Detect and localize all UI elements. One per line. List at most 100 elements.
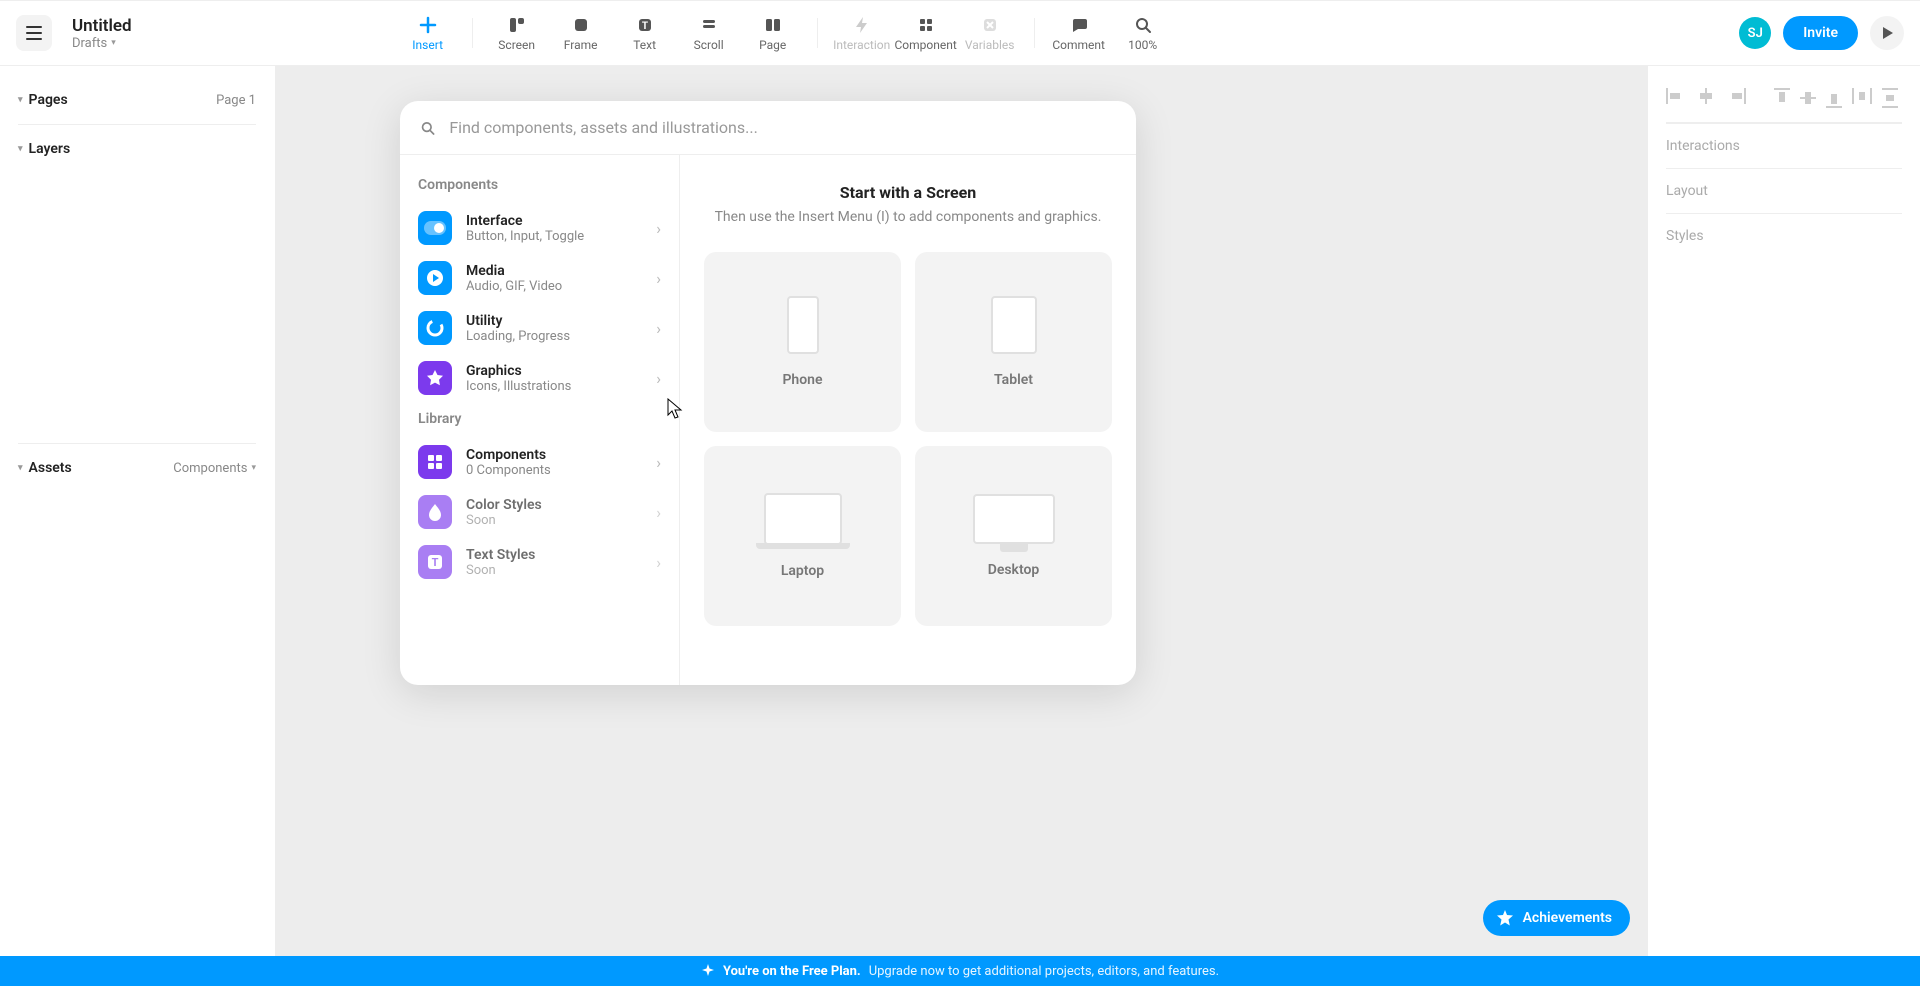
popover-start-screen: Start with a Screen Then use the Insert …: [680, 155, 1136, 685]
chevron-right-icon: ›: [656, 453, 661, 472]
layout-section[interactable]: Layout: [1666, 168, 1902, 213]
tool-insert[interactable]: Insert: [400, 8, 456, 58]
distribute-v-icon[interactable]: [1882, 88, 1898, 108]
tool-label: Insert: [412, 38, 443, 52]
styles-section[interactable]: Styles: [1666, 213, 1902, 258]
frame-icon: [570, 14, 592, 36]
tool-label: Screen: [498, 38, 535, 52]
layers-section[interactable]: ▾ Layers: [18, 131, 256, 167]
screen-desktop[interactable]: Desktop: [915, 446, 1112, 626]
lightning-icon: [851, 14, 873, 36]
tool-comment[interactable]: Comment: [1051, 8, 1107, 58]
tool-text[interactable]: T Text: [617, 8, 673, 58]
tool-frame[interactable]: Frame: [553, 8, 609, 58]
user-avatar[interactable]: SJ: [1739, 17, 1771, 49]
utility-icon: [418, 311, 452, 345]
tool-label: Frame: [564, 38, 598, 52]
item-sub: Icons, Illustrations: [466, 379, 571, 394]
caret-icon: ▾: [18, 95, 23, 105]
graphics-icon: [418, 361, 452, 395]
assets-label: Assets: [29, 460, 72, 476]
tool-interaction[interactable]: Interaction: [834, 8, 890, 58]
item-sub: Button, Input, Toggle: [466, 229, 584, 244]
align-bottom-icon[interactable]: [1826, 88, 1842, 108]
main: ▾Pages Page 1 ▾ Layers ▾ Assets Components…: [0, 66, 1920, 956]
tool-label: Scroll: [694, 38, 724, 52]
screen-tablet[interactable]: Tablet: [915, 252, 1112, 432]
popover-search: [400, 101, 1136, 155]
library-text-styles[interactable]: T Text Styles Soon ›: [414, 537, 665, 587]
comment-icon: [1068, 14, 1090, 36]
item-title: Media: [466, 263, 562, 279]
item-title: Components: [466, 447, 551, 463]
assets-dropdown-label: Components: [173, 461, 247, 476]
tool-label: Component: [894, 38, 956, 52]
screen-laptop[interactable]: Laptop: [704, 446, 901, 626]
toolbar: Insert Screen Frame T Text Scroll Page I…: [400, 8, 1171, 58]
caret-icon: ▾: [18, 463, 23, 473]
phone-icon: [787, 296, 819, 354]
align-center-h-icon[interactable]: [1696, 88, 1716, 108]
category-media[interactable]: Media Audio, GIF, Video ›: [414, 253, 665, 303]
page-icon: [762, 14, 784, 36]
category-graphics[interactable]: Graphics Icons, Illustrations ›: [414, 353, 665, 403]
desktop-icon: [973, 494, 1055, 544]
zoom-value: 100%: [1128, 38, 1157, 52]
tool-label: Page: [759, 38, 786, 52]
category-utility[interactable]: Utility Loading, Progress ›: [414, 303, 665, 353]
chevron-right-icon: ›: [656, 269, 661, 288]
tool-screen[interactable]: Screen: [489, 8, 545, 58]
align-center-v-icon[interactable]: [1800, 88, 1816, 108]
tool-zoom[interactable]: 100%: [1115, 8, 1171, 58]
document-location-label: Drafts: [72, 36, 107, 51]
separator: [1034, 18, 1035, 48]
component-icon: [915, 14, 937, 36]
screen-phone[interactable]: Phone: [704, 252, 901, 432]
category-interface[interactable]: Interface Button, Input, Toggle ›: [414, 203, 665, 253]
document-location[interactable]: Drafts ▾: [72, 36, 132, 51]
tool-scroll[interactable]: Scroll: [681, 8, 737, 58]
search-input[interactable]: [449, 118, 1116, 137]
play-button[interactable]: [1870, 16, 1904, 50]
align-right-icon[interactable]: [1726, 88, 1746, 108]
assets-section[interactable]: ▾ Assets Components ▾: [18, 450, 256, 486]
document-title[interactable]: Untitled: [72, 16, 132, 36]
main-menu-button[interactable]: [16, 15, 52, 51]
chevron-right-icon: ›: [656, 319, 661, 338]
separator: [817, 18, 818, 48]
tool-label: Text: [633, 38, 656, 52]
search-icon: [420, 120, 435, 136]
chevron-down-icon: ▾: [251, 463, 256, 473]
achievements-button[interactable]: Achievements: [1483, 900, 1630, 936]
interactions-section[interactable]: Interactions: [1666, 123, 1902, 168]
topbar-right: SJ Invite: [1739, 16, 1904, 50]
components-icon: [418, 445, 452, 479]
caret-icon: ▾: [18, 144, 23, 154]
align-left-icon[interactable]: [1666, 88, 1686, 108]
chevron-right-icon: ›: [656, 369, 661, 388]
laptop-icon: [764, 493, 842, 545]
canvas[interactable]: Components Interface Button, Input, Togg…: [275, 66, 1648, 956]
tool-label: Variables: [965, 38, 1015, 52]
upgrade-banner[interactable]: You're on the Free Plan. Upgrade now to …: [0, 956, 1920, 986]
page-indicator[interactable]: Page 1: [216, 93, 256, 108]
assets-dropdown[interactable]: Components ▾: [173, 461, 256, 476]
screen-label: Tablet: [994, 372, 1033, 388]
tool-variables[interactable]: Variables: [962, 8, 1018, 58]
layers-label: Layers: [29, 141, 71, 157]
variables-icon: [979, 14, 1001, 36]
separator: [18, 443, 256, 444]
tool-page[interactable]: Page: [745, 8, 801, 58]
chevron-down-icon: ▾: [111, 38, 116, 48]
document-title-block: Untitled Drafts ▾: [72, 16, 132, 51]
svg-text:T: T: [432, 556, 439, 569]
distribute-h-icon[interactable]: [1852, 88, 1872, 108]
align-top-icon[interactable]: [1774, 88, 1790, 108]
pages-section[interactable]: ▾Pages Page 1: [18, 82, 256, 118]
item-sub: 0 Components: [466, 463, 551, 478]
library-color-styles[interactable]: Color Styles Soon ›: [414, 487, 665, 537]
category-heading: Components: [414, 169, 665, 203]
invite-button[interactable]: Invite: [1783, 16, 1858, 50]
tool-component[interactable]: Component: [898, 8, 954, 58]
library-components[interactable]: Components 0 Components ›: [414, 437, 665, 487]
